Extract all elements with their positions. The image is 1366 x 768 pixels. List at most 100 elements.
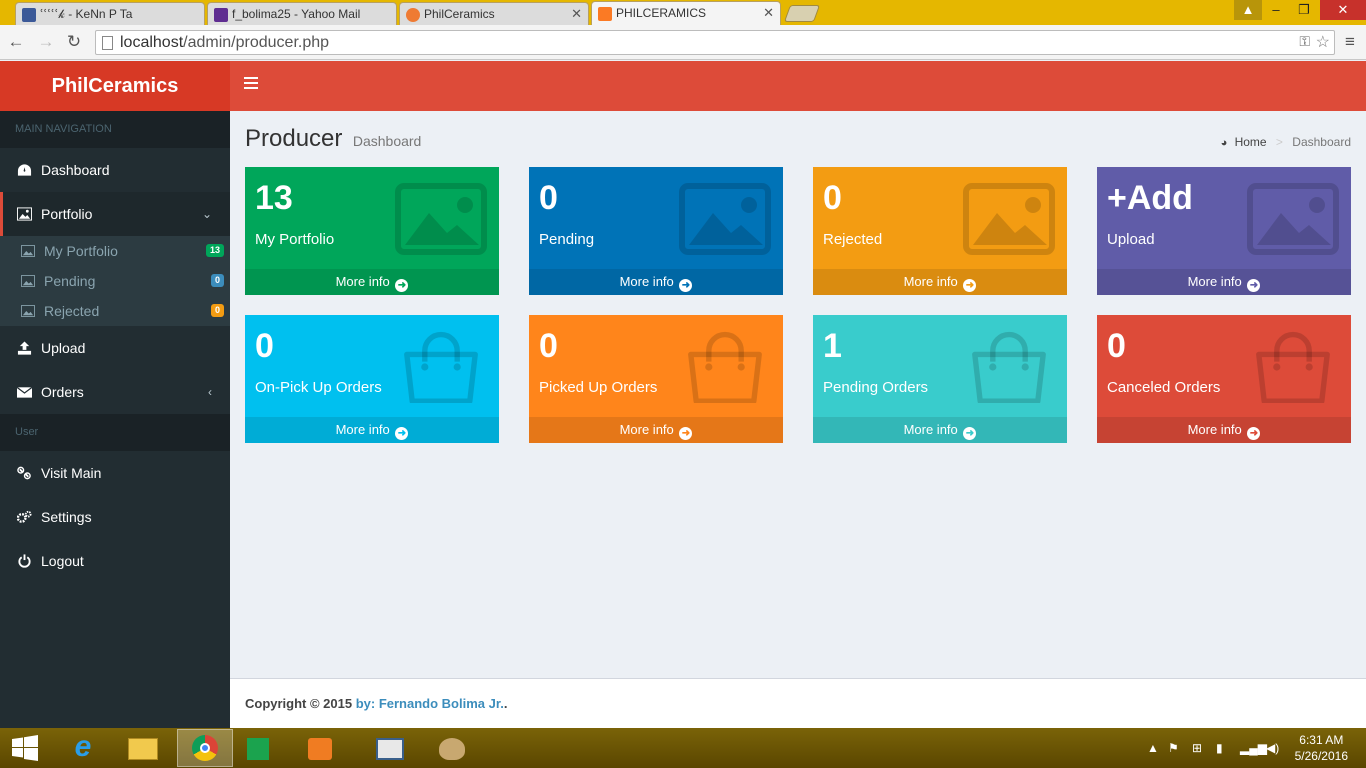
shopping-bag-icon (1256, 331, 1330, 403)
action-center-flag-icon[interactable]: ⚑ (1168, 741, 1179, 755)
forward-icon[interactable]: → (36, 32, 56, 52)
content-header: Producer Dashboard (245, 125, 421, 153)
internet-explorer-icon[interactable]: e (55, 729, 111, 767)
info-box: +Add Upload More info ➜ (1097, 167, 1351, 295)
arrow-circle-right-icon: ➜ (679, 427, 693, 440)
link-icon (17, 466, 31, 480)
windows-icon[interactable]: ⊞ (1192, 741, 1202, 755)
browser-tab-strip: ՙՙՙՙՙ𝓀 - KeNn P Ta f_bolima25 - Yahoo Ma… (0, 0, 1366, 25)
menu-icon[interactable]: ≡ (1340, 32, 1360, 52)
browser-tab[interactable]: f_bolima25 - Yahoo Mail (207, 2, 397, 25)
more-info-link[interactable]: More info ➜ (529, 417, 783, 443)
sidebar-item-logout[interactable]: Logout (0, 539, 230, 583)
app-logo[interactable]: PhilCeramics (0, 61, 230, 111)
more-info-link[interactable]: More info ➜ (1097, 417, 1351, 443)
url-bar[interactable]: localhost/admin/producer.php ⚿ ☆ (95, 30, 1335, 55)
sidebar-item-upload[interactable]: Upload (0, 326, 230, 370)
more-info-label: More info (1187, 422, 1242, 437)
subitem-label: Pending (44, 273, 96, 289)
shopping-bag-icon (688, 331, 762, 403)
yahoo-mail-icon (214, 8, 228, 22)
bookmark-star-icon[interactable]: ☆ (1316, 32, 1330, 52)
sidebar: MAIN NAVIGATION Dashboard Portfolio ⌄ My… (0, 111, 230, 728)
user-profile-icon[interactable]: ▲ (1234, 0, 1262, 20)
media-player-icon[interactable] (300, 729, 340, 767)
arrow-circle-right-icon: ➜ (963, 279, 977, 292)
close-tab-icon[interactable]: ✕ (571, 6, 582, 22)
network-signal-icon[interactable]: ▂▄▆ (1240, 741, 1267, 755)
dashboard-icon (17, 164, 32, 176)
show-hidden-icons-icon[interactable]: ▲ (1147, 741, 1159, 755)
sidebar-item-visit-main[interactable]: Visit Main (0, 451, 230, 495)
file-explorer-icon[interactable] (115, 729, 171, 767)
key-icon[interactable]: ⚿ (1299, 33, 1310, 50)
clock-date: 5/26/2016 (1294, 749, 1348, 763)
more-info-link[interactable]: More info ➜ (245, 417, 499, 443)
app-header: PhilCeramics (0, 61, 1366, 111)
more-info-link[interactable]: More info ➜ (529, 269, 783, 295)
subitem-label: My Portfolio (44, 243, 118, 259)
image-icon (17, 207, 32, 221)
breadcrumb-home[interactable]: Home (1235, 135, 1267, 149)
sidebar-subitem-pending[interactable]: Pending 0 (0, 266, 230, 296)
close-tab-icon[interactable]: ✕ (763, 5, 774, 21)
sidebar-toggle-icon[interactable] (244, 77, 258, 89)
sidebar-item-settings[interactable]: Settings (0, 495, 230, 539)
xampp-icon (598, 7, 612, 21)
info-box: 1 Pending Orders More info ➜ (813, 315, 1067, 443)
arrow-circle-right-icon: ➜ (395, 279, 409, 292)
info-box-label: Upload (1107, 231, 1155, 248)
sidebar-item-portfolio[interactable]: Portfolio ⌄ (0, 192, 230, 236)
info-box-value: 0 (823, 179, 842, 217)
shopping-bag-icon (972, 331, 1046, 403)
sidebar-subitem-my-portfolio[interactable]: My Portfolio 13 (0, 236, 230, 266)
info-box-label: Picked Up Orders (539, 379, 658, 396)
more-info-link[interactable]: More info ➜ (245, 269, 499, 295)
windows-taskbar: e ▲ ⚑ ⊞ ▮ ▂▄▆ ◀) 6:31 AM 5/26/2016 (0, 728, 1366, 768)
close-window-button[interactable]: ✕ (1320, 0, 1366, 20)
info-box-value: 0 (255, 327, 274, 365)
image-icon (395, 183, 487, 255)
breadcrumb-current: Dashboard (1292, 135, 1351, 149)
info-box: 0 Picked Up Orders More info ➜ (529, 315, 783, 443)
arrow-circle-right-icon: ➜ (1247, 427, 1261, 440)
subitem-label: Rejected (44, 303, 100, 319)
info-box-label: On-Pick Up Orders (255, 379, 382, 396)
sidebar-item-orders[interactable]: Orders ‹ (0, 370, 230, 414)
chrome-icon[interactable] (177, 729, 233, 767)
browser-tab[interactable]: ՙՙՙՙՙ𝓀 - KeNn P Ta (15, 2, 205, 25)
system-clock[interactable]: 6:31 AM 5/26/2016 (1295, 732, 1348, 764)
browser-tab[interactable]: PhilCeramics ✕ (399, 2, 589, 25)
store-icon[interactable] (238, 729, 278, 767)
image-icon (21, 245, 35, 257)
author-link[interactable]: by: Fernando Bolima Jr. (356, 696, 504, 711)
battery-icon[interactable]: ▮ (1216, 741, 1223, 755)
volume-icon[interactable]: ◀) (1266, 741, 1279, 755)
reload-icon[interactable]: ↻ (64, 32, 84, 52)
back-icon[interactable]: ← (6, 32, 26, 52)
sidebar-header-user: User (0, 414, 230, 451)
info-box-label: Pending (539, 231, 595, 248)
more-info-link[interactable]: More info ➜ (1097, 269, 1351, 295)
sidebar-subitem-rejected[interactable]: Rejected 0 (0, 296, 230, 326)
maximize-button[interactable]: ❐ (1290, 0, 1318, 20)
document-app-icon[interactable] (362, 729, 418, 767)
facebook-icon (22, 8, 36, 22)
url-host: localhost (120, 34, 184, 51)
breadcrumb: ◕ Home > Dashboard (1221, 135, 1351, 149)
new-tab-button[interactable] (783, 5, 821, 22)
info-box: 0 Canceled Orders More info ➜ (1097, 315, 1351, 443)
more-info-link[interactable]: More info ➜ (813, 269, 1067, 295)
more-info-link[interactable]: More info ➜ (813, 417, 1067, 443)
paint-icon[interactable] (424, 729, 480, 767)
start-button[interactable] (0, 729, 50, 767)
info-box: 13 My Portfolio More info ➜ (245, 167, 499, 295)
image-icon (679, 183, 771, 255)
browser-tab-active[interactable]: PHILCERAMICS ✕ (591, 1, 781, 25)
info-box: 0 Pending More info ➜ (529, 167, 783, 295)
info-box-label: Canceled Orders (1107, 379, 1221, 396)
copyright-text: Copyright © 2015 (245, 696, 356, 711)
sidebar-item-dashboard[interactable]: Dashboard (0, 148, 230, 192)
windows-logo-icon (12, 735, 38, 761)
minimize-button[interactable]: – (1262, 0, 1290, 20)
